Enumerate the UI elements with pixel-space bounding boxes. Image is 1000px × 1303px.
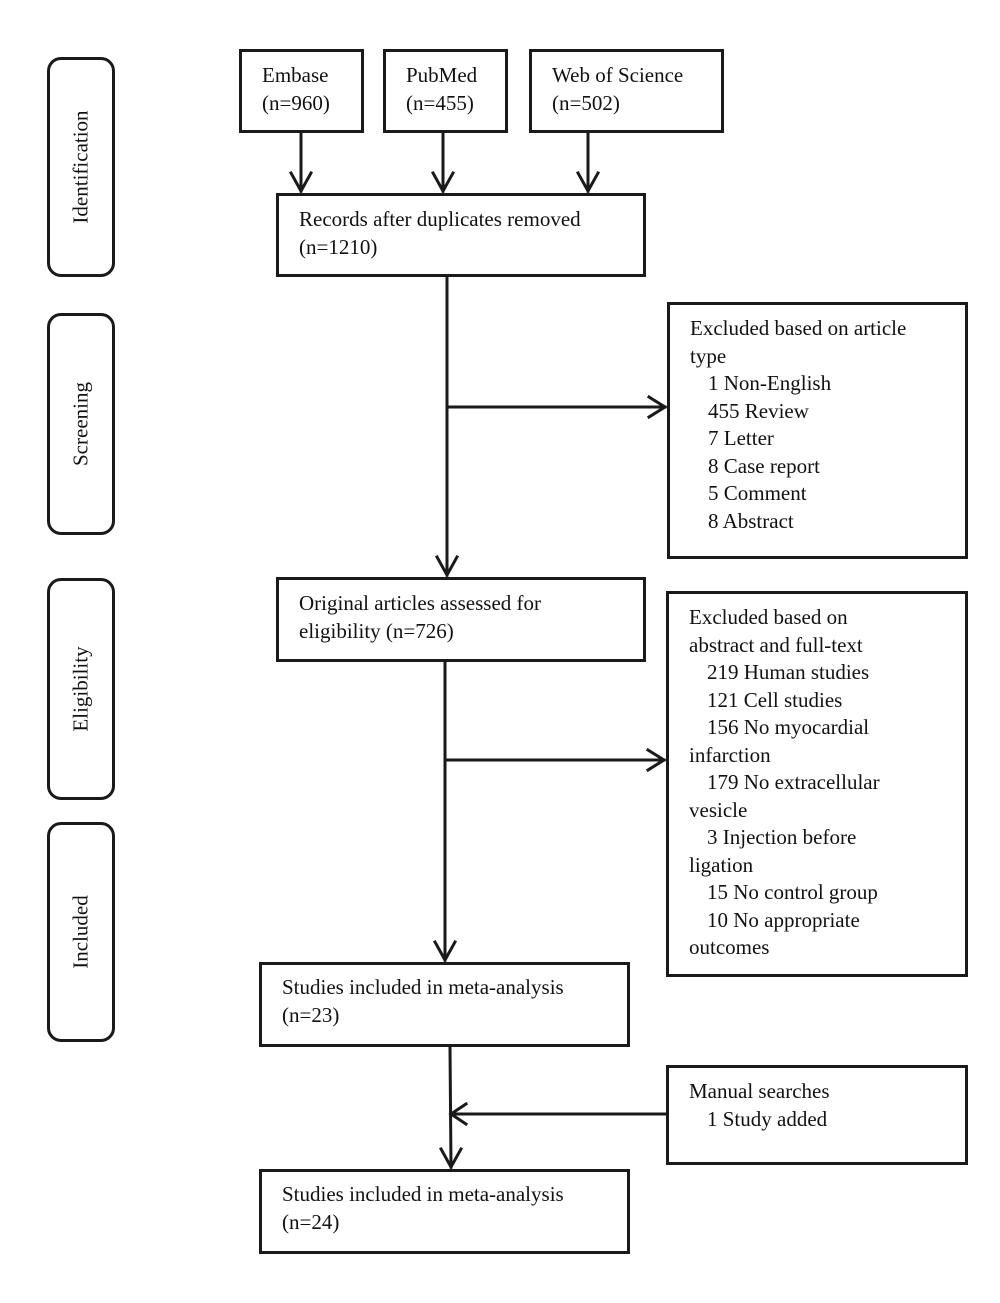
connector-arrows — [288, 131, 668, 1171]
arrow-included-to-final — [448, 1045, 453, 1169]
